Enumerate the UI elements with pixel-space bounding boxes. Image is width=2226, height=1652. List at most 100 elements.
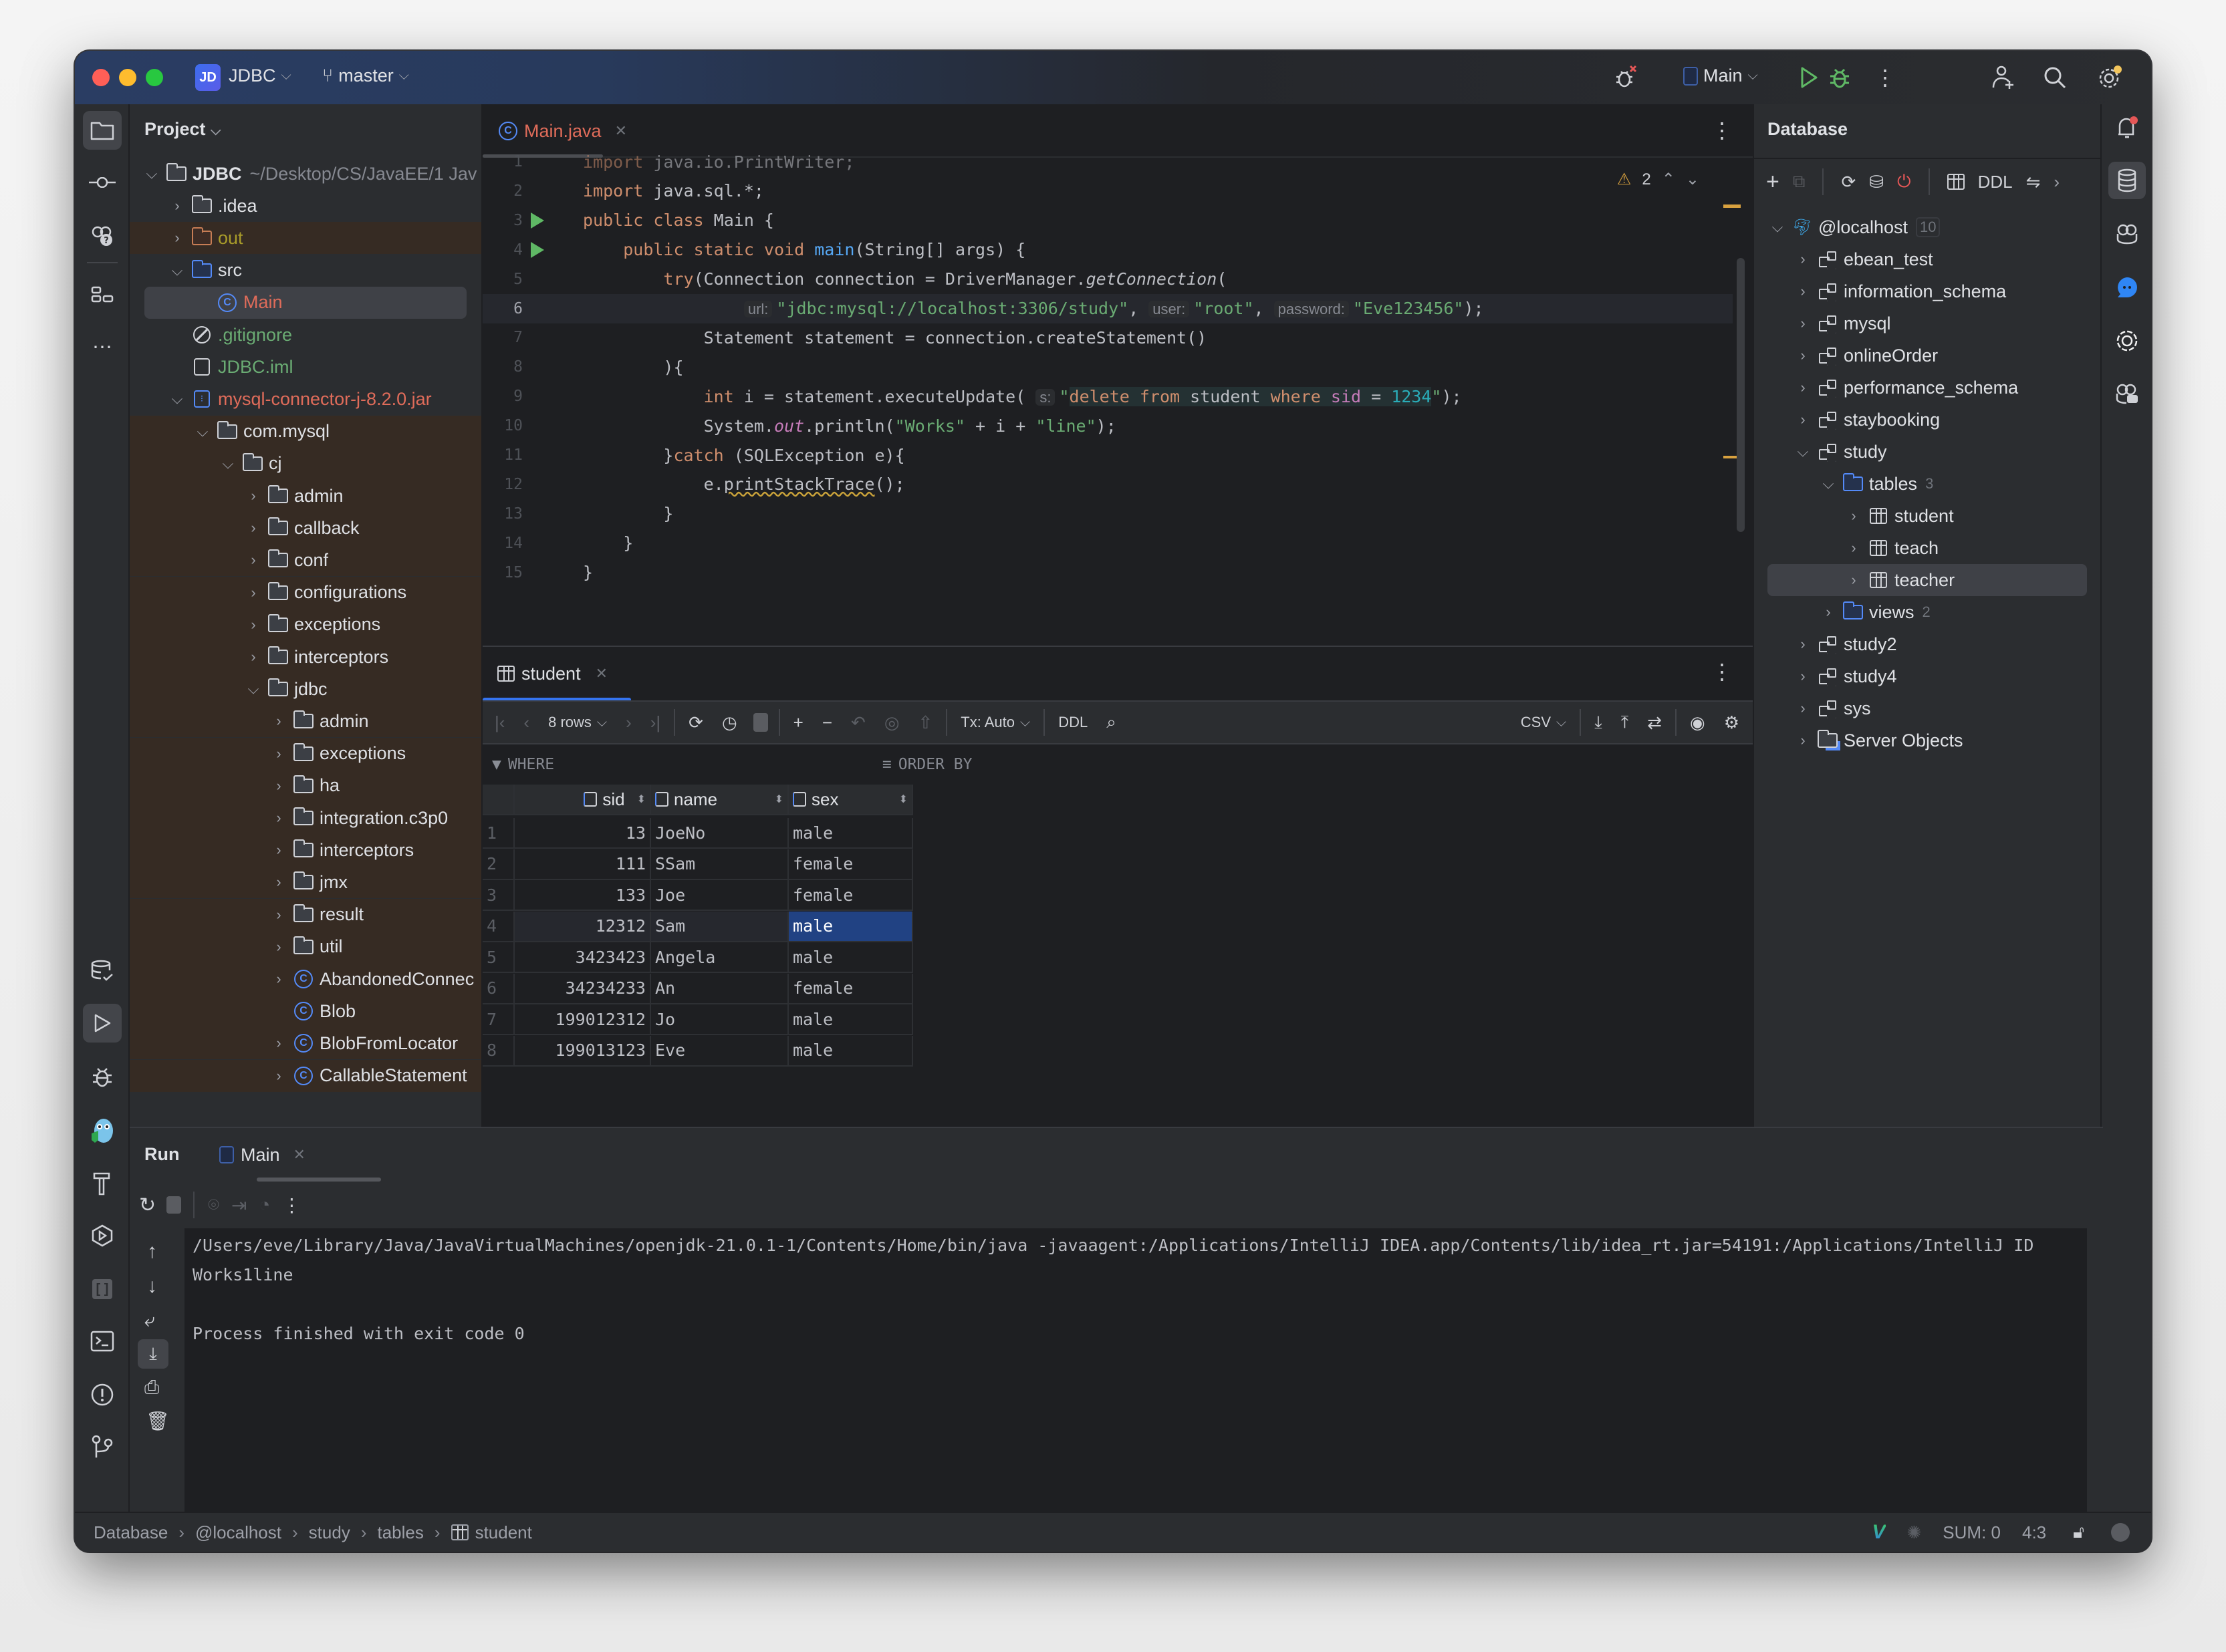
delete-row-icon[interactable]: −	[822, 712, 832, 733]
database-tree-item[interactable]: › study4	[1754, 660, 2100, 692]
debug-stopped-icon[interactable]	[1610, 61, 1642, 94]
chevron-right-icon[interactable]: ›	[167, 197, 187, 215]
chevron-down-icon[interactable]: ⌵	[167, 390, 187, 408]
rows-selector[interactable]: 8 rows ⌵	[548, 714, 607, 731]
project-tree-item[interactable]: › C AbandonedConnec	[130, 963, 481, 995]
project-tree-item[interactable]: › admin	[130, 480, 481, 512]
code-line[interactable]: 14 }	[483, 529, 1733, 558]
more-actions-icon[interactable]: ⋮	[282, 1194, 301, 1216]
chevron-right-icon[interactable]: ›	[243, 648, 263, 666]
cell-name[interactable]: JoeNo	[651, 818, 789, 849]
cell-name[interactable]: SSam	[651, 849, 789, 880]
chevron-right-icon[interactable]: ›	[1793, 636, 1813, 653]
database-tree-item[interactable]: › study2	[1754, 628, 2100, 660]
cell-sex[interactable]: male	[789, 942, 913, 973]
chevron-right-icon[interactable]: ›	[1793, 379, 1813, 396]
database-tree-item[interactable]: › performance_schema	[1754, 372, 2100, 404]
cell-sex[interactable]: female	[789, 973, 913, 1004]
run-gutter-icon[interactable]	[531, 241, 544, 258]
import-upload-icon[interactable]: ⤒	[1621, 712, 1629, 733]
chat-bubble-icon[interactable]	[2108, 269, 2146, 306]
add-row-icon[interactable]: +	[793, 712, 803, 733]
status-indicator[interactable]	[2111, 1523, 2130, 1542]
stop-icon[interactable]	[753, 713, 768, 732]
code-area[interactable]: 1 import java.io.PrintWriter; 2 import java…	[483, 152, 1753, 592]
project-tree-item[interactable]: › C BlobFromLocator	[130, 1027, 481, 1060]
disconnect-icon[interactable]: ⏻	[1897, 171, 1911, 192]
terminal-tool-icon[interactable]	[83, 1322, 122, 1361]
chatgpt-icon[interactable]	[2108, 322, 2146, 360]
breadcrumb-item[interactable]: @localhost	[195, 1522, 281, 1543]
project-tree-item[interactable]: › configurations	[130, 576, 481, 609]
chevron-right-icon[interactable]: ›	[269, 970, 289, 988]
column-header-sid[interactable]: sid ⬍	[515, 785, 651, 815]
revert-icon[interactable]: ↶	[851, 712, 866, 733]
chevron-down-icon[interactable]: ⌵	[167, 262, 187, 279]
cell-sex[interactable]: female	[789, 849, 913, 880]
rerun-icon[interactable]: ↻	[139, 1194, 156, 1217]
table-row[interactable]: 4 12312 Sam male	[483, 911, 913, 942]
column-header-name[interactable]: name ⬍	[651, 785, 789, 815]
breadcrumb-item[interactable]: student	[475, 1522, 532, 1543]
cell-sid[interactable]: 133	[515, 880, 651, 911]
cell-sid[interactable]: 12312	[515, 911, 651, 942]
cell-sid[interactable]: 13	[515, 818, 651, 849]
code-line[interactable]: 12 e.printStackTrace();	[483, 470, 1733, 499]
code-line[interactable]: 5 try(Connection connection = DriverMana…	[483, 265, 1733, 294]
cell-sid[interactable]: 3423423	[515, 942, 651, 973]
copilot-chat-icon[interactable]	[2108, 376, 2146, 413]
database-tree-item[interactable]: › Server Objects	[1754, 724, 2100, 756]
chevron-down-icon[interactable]: ⌵	[1767, 219, 1787, 236]
plugin-owl-icon[interactable]	[83, 1111, 122, 1149]
run-gutter-icon[interactable]	[531, 212, 544, 229]
ai-assistant-help-icon[interactable]: ?	[83, 217, 122, 255]
database-tree-item[interactable]: › mysql	[1754, 307, 2100, 339]
cell-sex[interactable]: male	[789, 818, 913, 849]
code-line[interactable]: 2 import java.sql.*;	[483, 176, 1733, 206]
chevron-right-icon[interactable]: ›	[243, 616, 263, 634]
maximize-window-button[interactable]	[146, 69, 163, 86]
chevron-right-icon[interactable]: ›	[269, 712, 289, 730]
code-line[interactable]: 13 }	[483, 499, 1733, 529]
project-tree-item[interactable]: › result	[130, 898, 481, 931]
screenshot-icon[interactable]: ⌾	[208, 1194, 219, 1216]
database-tree-item[interactable]: ⌵ study	[1754, 436, 2100, 468]
chevron-down-icon[interactable]: ⌵	[193, 423, 213, 440]
chevron-right-icon[interactable]: ›	[243, 487, 263, 505]
database-tree-item[interactable]: › teach	[1754, 532, 2100, 564]
chevron-right-icon[interactable]: ›	[243, 519, 263, 537]
chevron-right-icon[interactable]: ›	[269, 745, 289, 763]
project-tree-item[interactable]: › exceptions	[130, 608, 481, 641]
compare-icon[interactable]: ⇄	[1647, 712, 1662, 733]
export-format-selector[interactable]: CSV ⌵	[1521, 714, 1566, 731]
column-header-sex[interactable]: sex ⬍	[789, 785, 913, 815]
history-icon[interactable]: ◷	[722, 712, 737, 733]
more-tools-icon[interactable]: ⋯	[83, 327, 122, 366]
services-tool-icon[interactable]	[83, 1216, 122, 1255]
chevron-right-icon[interactable]: ›	[1844, 539, 1864, 557]
plugin-v-icon[interactable]: V	[1872, 1521, 1885, 1544]
project-tree-item[interactable]: › interceptors	[130, 641, 481, 673]
code-line[interactable]: 6 url: "jdbc:mysql://localhost:3306/study…	[483, 293, 1733, 323]
chevron-right-icon[interactable]: ›	[167, 229, 187, 247]
cell-name[interactable]: Eve	[651, 1035, 789, 1067]
view-icon[interactable]: ◉	[1690, 712, 1705, 733]
project-tree-item[interactable]: ⌵ com.mysql	[130, 415, 481, 448]
tab-student[interactable]: student ✕	[497, 647, 608, 700]
stop-icon[interactable]	[166, 1196, 182, 1214]
table-row[interactable]: 6 34234233 An female	[483, 973, 913, 1004]
scroll-up-icon[interactable]: ↑	[147, 1240, 157, 1263]
editor-more-icon[interactable]: ⋮	[1711, 118, 1733, 143]
cell-sex[interactable]: male	[789, 1035, 913, 1067]
add-datasource-icon[interactable]: +	[1766, 169, 1779, 195]
datasource-properties-icon[interactable]: ⛁	[1869, 172, 1884, 192]
cell-sex[interactable]: female	[789, 880, 913, 911]
database-tree-item[interactable]: › ebean_test	[1754, 243, 2100, 275]
project-tree-item[interactable]: › integration.c3p0	[130, 802, 481, 834]
cell-sid[interactable]: 111	[515, 849, 651, 880]
refresh-icon[interactable]: ⟳	[1841, 172, 1856, 192]
chevron-right-icon[interactable]: ›	[269, 1067, 289, 1085]
table-row[interactable]: 8 199013123 Eve male	[483, 1035, 913, 1067]
project-tree-item[interactable]: › interceptors	[130, 834, 481, 867]
table-row[interactable]: 1 13 JoeNo male	[483, 818, 913, 849]
